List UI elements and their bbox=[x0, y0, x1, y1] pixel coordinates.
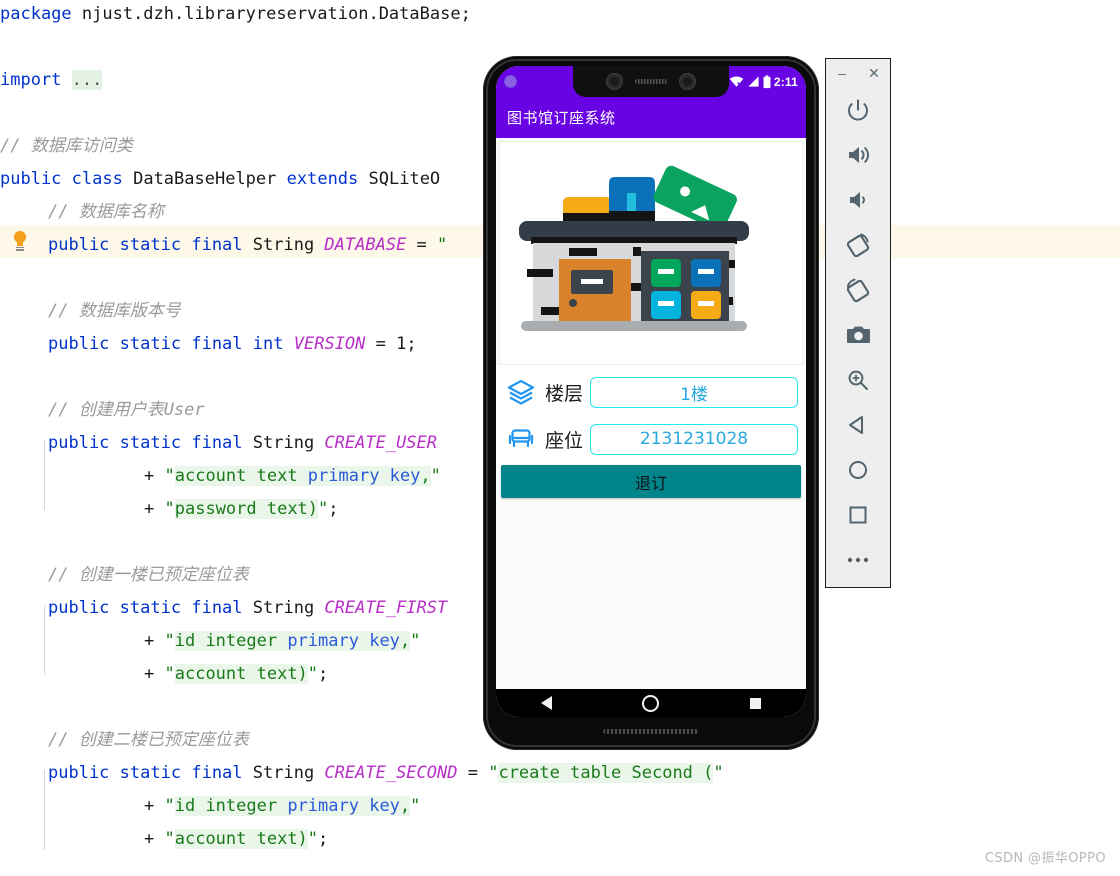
close-button[interactable]: ✕ bbox=[867, 66, 881, 80]
screenshot-button[interactable] bbox=[825, 312, 891, 357]
emulator-toolbar[interactable]: – ✕ bbox=[825, 58, 891, 588]
android-nav-bar[interactable] bbox=[496, 689, 806, 717]
code-line[interactable]: package njust.dzh.libraryreservation.Dat… bbox=[0, 0, 1120, 27]
indent-guide bbox=[44, 440, 45, 510]
window-controls: – ✕ bbox=[826, 59, 890, 87]
nav-back-icon[interactable] bbox=[541, 696, 553, 710]
nav-home-icon[interactable] bbox=[642, 694, 660, 712]
battery-icon bbox=[763, 74, 771, 88]
intention-bulb-icon[interactable] bbox=[12, 231, 28, 253]
android-emulator-window[interactable]: 2:11 图书馆订座系统 楼层 1楼 座位 2131231028 退订 bbox=[483, 56, 819, 750]
layers-icon bbox=[504, 375, 538, 409]
wifi-off-icon bbox=[729, 76, 744, 88]
code-line[interactable]: + "account text)"; bbox=[0, 819, 1120, 852]
code-line[interactable]: public static final String CREATE_SECOND… bbox=[0, 753, 1120, 786]
rotate-left-button[interactable] bbox=[825, 222, 891, 267]
rotate-left-icon bbox=[846, 233, 870, 257]
app-bar: 图书馆订座系统 bbox=[496, 97, 806, 138]
rotate-right-icon bbox=[846, 278, 870, 302]
bottom-speaker-grille bbox=[603, 729, 699, 734]
form-row-seat: 座位 2131231028 bbox=[496, 418, 806, 460]
camera-icon bbox=[846, 326, 870, 343]
indent-guide bbox=[44, 770, 45, 850]
code-line-text: + "account text)"; bbox=[144, 829, 329, 849]
indent-guide bbox=[44, 605, 45, 675]
volume-up-button[interactable] bbox=[825, 132, 891, 177]
home-button[interactable] bbox=[825, 447, 891, 492]
code-line[interactable]: + "id integer primary key," bbox=[0, 786, 1120, 819]
cancel-reservation-button[interactable]: 退订 bbox=[501, 465, 801, 498]
signal-icon bbox=[748, 76, 759, 87]
app-content[interactable]: 楼层 1楼 座位 2131231028 退订 bbox=[496, 138, 806, 689]
more-dots-icon bbox=[847, 557, 869, 562]
volume-up-icon bbox=[848, 146, 869, 163]
library-building-illustration bbox=[519, 165, 749, 331]
app-title: 图书馆订座系统 bbox=[507, 109, 616, 127]
reservation-form[interactable]: 楼层 1楼 座位 2131231028 退订 bbox=[496, 365, 806, 498]
phone-screen[interactable]: 2:11 图书馆订座系统 楼层 1楼 座位 2131231028 退订 bbox=[496, 66, 806, 717]
seat-input[interactable]: 2131231028 bbox=[590, 423, 798, 455]
nav-recents-icon[interactable] bbox=[749, 697, 761, 709]
volume-down-button[interactable] bbox=[825, 177, 891, 222]
more-button[interactable] bbox=[825, 537, 891, 582]
overview-button[interactable] bbox=[825, 492, 891, 537]
zoom-button[interactable] bbox=[825, 357, 891, 402]
overview-square-icon bbox=[849, 506, 867, 523]
power-icon bbox=[848, 98, 868, 120]
seat-label: 座位 bbox=[545, 429, 584, 452]
back-button[interactable] bbox=[825, 402, 891, 447]
minimize-button[interactable]: – bbox=[835, 66, 849, 80]
zoom-in-icon bbox=[848, 370, 868, 390]
illustration-card bbox=[499, 141, 803, 365]
front-camera-secondary-icon bbox=[679, 73, 696, 90]
phone-bezel: 2:11 图书馆订座系统 楼层 1楼 座位 2131231028 退订 bbox=[483, 56, 819, 750]
form-row-floor: 楼层 1楼 bbox=[496, 371, 806, 413]
front-camera-icon bbox=[606, 73, 623, 90]
floor-input[interactable]: 1楼 bbox=[590, 376, 798, 408]
seat-icon bbox=[504, 422, 538, 456]
home-circle-icon bbox=[849, 460, 867, 479]
earpiece-speaker-icon bbox=[635, 79, 667, 84]
status-bar-time: 2:11 bbox=[773, 74, 798, 89]
status-bar-icons: 2:11 bbox=[729, 75, 798, 89]
floor-label: 楼层 bbox=[545, 382, 584, 405]
csdn-watermark: CSDN @振华OPPO bbox=[984, 851, 1106, 866]
rotate-right-button[interactable] bbox=[825, 267, 891, 312]
punch-hole-icon bbox=[505, 76, 516, 87]
back-triangle-icon bbox=[849, 415, 863, 434]
phone-notch bbox=[573, 66, 729, 97]
power-button[interactable] bbox=[825, 87, 891, 132]
volume-down-icon bbox=[849, 191, 865, 208]
